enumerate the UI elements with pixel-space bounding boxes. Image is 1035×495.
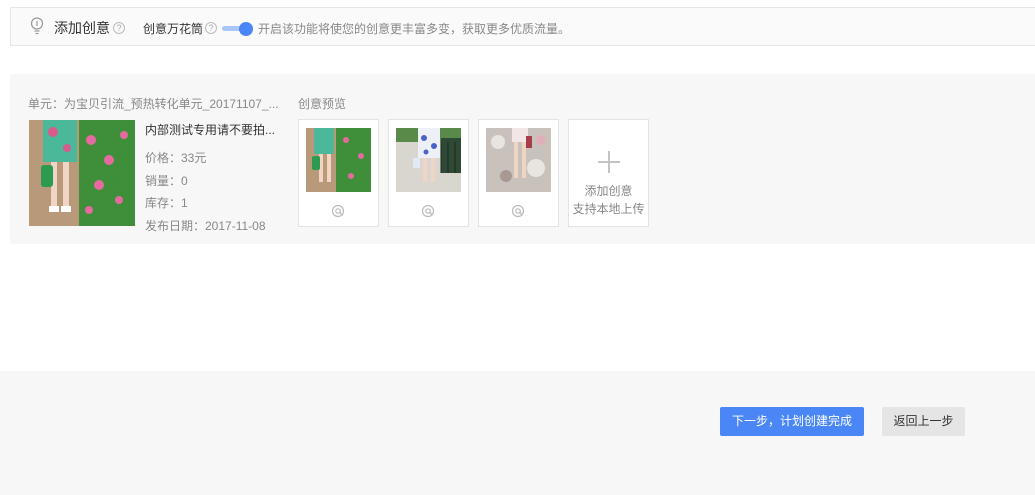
kaleidoscope-description: 开启该功能将使您的创意更丰富多变，获取更多优质流量。: [258, 22, 571, 36]
creative-card[interactable]: [478, 119, 559, 227]
upload-hint: 支持本地上传: [572, 202, 645, 216]
creative-thumbnail: [396, 128, 461, 192]
add-creative-bar: 添加创意 ? 创意万花筒 ? 开启该功能将使您的创意更丰富多变，获取更多优质流量…: [10, 7, 1035, 46]
next-step-button[interactable]: 下一步，计划创建完成: [720, 407, 864, 436]
kaleidoscope-label: 创意万花筒: [143, 22, 204, 36]
product-stock: 库存：1: [145, 196, 188, 210]
creative-card[interactable]: [388, 119, 469, 227]
product-name[interactable]: 内部测试专用请不要拍...: [145, 121, 275, 138]
at-icon[interactable]: [331, 204, 345, 218]
product-price: 价格：33元: [145, 151, 207, 165]
product-image: [29, 120, 135, 226]
product-sales: 销量：0: [145, 174, 188, 188]
toggle-knob: [239, 22, 253, 36]
kaleidoscope-toggle[interactable]: [222, 22, 254, 36]
creative-thumbnail: [486, 128, 551, 192]
footer-actions: 下一步，计划创建完成 返回上一步: [0, 371, 1035, 495]
at-icon[interactable]: [511, 204, 525, 218]
add-creative-label: 添加创意: [584, 184, 633, 198]
kaleidoscope-help-icon[interactable]: ?: [205, 22, 217, 34]
unit-title: 单元：为宝贝引流_预热转化单元_20171107_...: [28, 97, 279, 111]
creative-card[interactable]: [298, 119, 379, 227]
back-button[interactable]: 返回上一步: [882, 407, 965, 436]
page-title: 添加创意: [54, 20, 110, 36]
preview-title: 创意预览: [298, 97, 347, 111]
lightbulb-icon: [30, 17, 44, 35]
unit-panel: 单元：为宝贝引流_预热转化单元_20171107_... 创意预览 内部测试专用…: [10, 74, 1035, 244]
add-creative-card[interactable]: 添加创意 支持本地上传: [568, 119, 649, 227]
at-icon[interactable]: [421, 204, 435, 218]
page: 添加创意 ? 创意万花筒 ? 开启该功能将使您的创意更丰富多变，获取更多优质流量…: [0, 0, 1035, 495]
plus-icon: [598, 151, 620, 173]
product-publish-date: 发布日期：2017-11-08: [145, 219, 266, 233]
help-icon[interactable]: ?: [113, 22, 125, 34]
creative-thumbnail: [306, 128, 371, 192]
